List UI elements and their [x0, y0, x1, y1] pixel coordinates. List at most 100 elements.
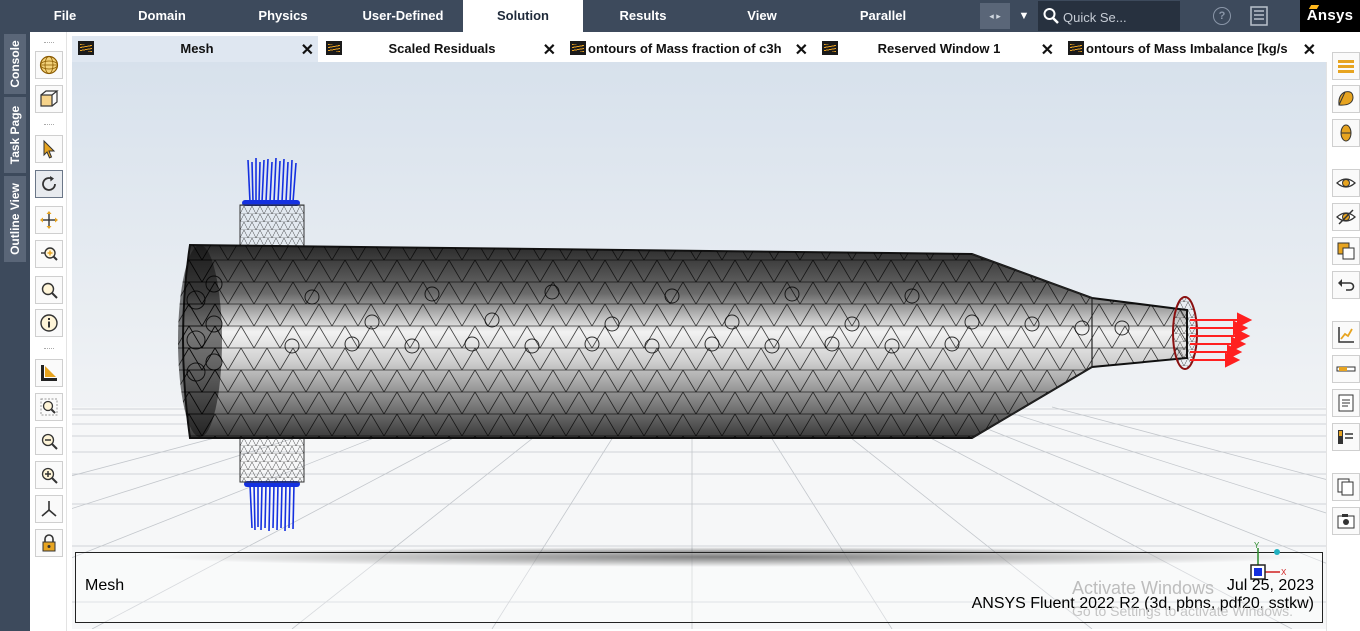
- bounding-box-icon: [40, 90, 59, 107]
- mesh-scene: [72, 62, 1326, 629]
- axes-icon: [41, 501, 57, 517]
- tab-console-label: Console: [8, 40, 22, 88]
- zoom-to-fit-button[interactable]: [35, 276, 63, 304]
- rotate-button[interactable]: [35, 170, 63, 198]
- tab-contours-mass-imbalance[interactable]: ontours of Mass Imbalance [kg/s ✕: [1062, 36, 1320, 63]
- legend-icon: [1338, 430, 1353, 444]
- rotate-icon: [42, 176, 56, 191]
- zoom-in-icon: [41, 467, 58, 484]
- tab-mesh[interactable]: Mesh ✕: [72, 36, 318, 62]
- view-list-icon: [1338, 60, 1354, 73]
- menu-user-defined[interactable]: User-Defined: [350, 0, 456, 32]
- select-pointer-button[interactable]: [35, 135, 63, 163]
- duplicate-icon: [1337, 478, 1354, 496]
- axis-triad-icon: Y X: [1250, 541, 1287, 580]
- graphics-toolbar-right: [1326, 52, 1360, 631]
- undo-view-icon: [1338, 279, 1355, 291]
- help-icon[interactable]: ?: [1213, 7, 1231, 25]
- menu-file[interactable]: File: [40, 0, 90, 32]
- snapshot-icon: [1337, 514, 1355, 529]
- zoom-box-icon: [40, 398, 58, 416]
- pan-icon: [40, 211, 58, 229]
- layout-menu-icon[interactable]: [1250, 6, 1268, 26]
- graphics-window-icon: [822, 41, 838, 55]
- snapshot-button[interactable]: [1332, 507, 1360, 535]
- ruler-button[interactable]: [35, 359, 63, 387]
- activation-watermark-subtitle: Go to Settings to activate Windows.: [1072, 603, 1293, 619]
- lock-button[interactable]: [35, 529, 63, 557]
- tab-console[interactable]: Console: [4, 34, 26, 94]
- menu-view[interactable]: View: [712, 0, 812, 32]
- plot-button[interactable]: [1332, 321, 1360, 349]
- menu-physics[interactable]: Physics: [234, 0, 332, 32]
- left-tab-rail: Console Task Page Outline View: [0, 32, 30, 631]
- tab-mesh-label: Mesh: [180, 41, 214, 56]
- hide-visibility-button[interactable]: [1332, 203, 1360, 231]
- ruler-icon: [41, 365, 57, 381]
- legend-button[interactable]: [1332, 423, 1360, 451]
- tab-outline-view-label: Outline View: [8, 183, 22, 255]
- report-icon: [1338, 394, 1354, 412]
- menu-solution[interactable]: Solution: [463, 0, 583, 32]
- duplicate-button[interactable]: [1332, 473, 1360, 501]
- slider-icon: [1336, 366, 1356, 372]
- activation-watermark-title: Activate Windows: [1072, 578, 1215, 598]
- zoom-icon: [41, 247, 58, 261]
- tab-task-page[interactable]: Task Page: [4, 97, 26, 173]
- toolbar-divider: [44, 42, 54, 43]
- close-tab-scaled-residuals-icon[interactable]: ✕: [543, 40, 556, 60]
- wireframe-view-button[interactable]: [1332, 119, 1360, 147]
- close-tab-mesh-icon[interactable]: ✕: [301, 40, 314, 60]
- menu-results[interactable]: Results: [594, 0, 692, 32]
- pan-button[interactable]: [35, 206, 63, 234]
- report-button[interactable]: [1332, 389, 1360, 417]
- tab-contours-mass-fraction-label: ontours of Mass fraction of c3h: [588, 41, 782, 56]
- ansys-logo: Ansys: [1300, 0, 1360, 32]
- menu-domain[interactable]: Domain: [112, 0, 212, 32]
- slider-button[interactable]: [1332, 355, 1360, 383]
- graphics-window-icon: [570, 41, 586, 55]
- menu-parallel[interactable]: Parallel: [832, 0, 934, 32]
- lock-icon: [42, 534, 56, 552]
- wireframe-view-icon: [1340, 124, 1352, 142]
- tab-reserved-window-1[interactable]: Reserved Window 1 ✕: [816, 36, 1058, 63]
- tab-outline-view[interactable]: Outline View: [4, 176, 26, 262]
- graphics-toolbar-left: [30, 32, 67, 631]
- tab-task-page-label: Task Page: [8, 105, 22, 165]
- show-visibility-button[interactable]: [1332, 169, 1360, 197]
- graphics-window-icon: [78, 41, 94, 55]
- mesh-sphere-button[interactable]: [35, 51, 63, 79]
- close-tab-reserved-window-1-icon[interactable]: ✕: [1041, 40, 1054, 60]
- axes-button[interactable]: [35, 495, 63, 523]
- zoom-button[interactable]: [35, 240, 63, 268]
- svg-text:X: X: [1281, 568, 1287, 577]
- copy-window-button[interactable]: [1332, 237, 1360, 265]
- close-tab-contours-mass-fraction-icon[interactable]: ✕: [795, 40, 808, 60]
- graphics-tab-strip: Mesh ✕ Scaled Residuals ✕ ontours of Mas…: [70, 34, 1326, 63]
- undo-view-button[interactable]: [1332, 271, 1360, 299]
- zoom-in-button[interactable]: [35, 461, 63, 489]
- menu-overflow-dropdown-icon[interactable]: ▼: [1014, 0, 1034, 32]
- eye-icon: [1336, 178, 1356, 188]
- graphics-viewport[interactable]: [72, 62, 1326, 629]
- shaded-view-button[interactable]: [1332, 85, 1360, 113]
- tab-scaled-residuals-label: Scaled Residuals: [388, 41, 496, 56]
- zoom-box-button[interactable]: [35, 393, 63, 421]
- tab-contours-mass-fraction[interactable]: ontours of Mass fraction of c3h ✕: [564, 36, 812, 63]
- mesh-sphere-icon: [39, 55, 59, 75]
- quick-search-box: [1038, 1, 1180, 31]
- zoom-out-button[interactable]: [35, 427, 63, 455]
- close-tab-contours-mass-imbalance-icon[interactable]: ✕: [1303, 40, 1316, 60]
- inlet-pipe-bottom: [239, 437, 305, 483]
- toolbar-divider: [44, 124, 54, 125]
- tab-contours-mass-imbalance-label: ontours of Mass Imbalance [kg/s: [1086, 41, 1288, 56]
- probe-info-button[interactable]: [35, 309, 63, 337]
- quick-search-input[interactable]: [1061, 6, 1177, 28]
- shaded-view-icon: [1338, 91, 1354, 106]
- tab-scaled-residuals[interactable]: Scaled Residuals ✕: [320, 36, 560, 63]
- copy-window-icon: [1337, 242, 1355, 260]
- select-pointer-icon: [43, 139, 56, 159]
- menu-scroll-arrows-icon[interactable]: ◂ ▸: [980, 3, 1010, 29]
- view-list-button[interactable]: [1332, 52, 1360, 80]
- bounding-box-button[interactable]: [35, 85, 63, 113]
